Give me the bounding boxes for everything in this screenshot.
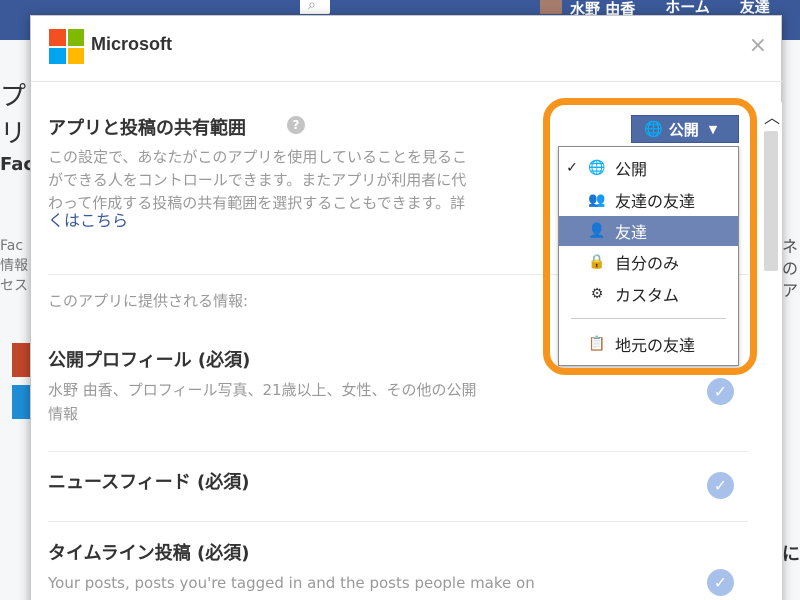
background-text: Fac [0, 154, 35, 175]
background-text: に [782, 544, 800, 565]
menu-divider [571, 318, 726, 319]
search-icon[interactable]: ⌕ [308, 0, 316, 13]
menu-item-friends-of-friends[interactable]: 👥 友達の友達 [559, 185, 738, 215]
info-label: このアプリに提供される情報: [48, 292, 249, 310]
lock-icon: 🔒 [588, 254, 606, 270]
menu-item-label: 友達 [615, 223, 648, 242]
permission-title: タイムライン投稿 (必須) [48, 543, 250, 564]
scroll-up-icon[interactable]: ︿ [764, 104, 780, 128]
privacy-dropdown-menu: ✓ 🌐 公開 👥 友達の友達 👤 友達 🔒 自分のみ ⚙ カスタム 📋 地元の友… [558, 146, 739, 366]
divider [48, 451, 748, 452]
globe-icon: 🌐 [644, 120, 663, 138]
background-text: プリ [0, 82, 27, 149]
check-icon: ✓ [707, 472, 734, 499]
section-description: この設定で、あなたがこのアプリを使用していることを見るこ ができる人をコントロー… [48, 148, 467, 212]
privacy-selector-label: 公開 [668, 120, 699, 139]
divider [48, 521, 748, 522]
permission-description: Your posts, posts you're tagged in and t… [48, 574, 535, 592]
privacy-selector-button[interactable]: 🌐 公開 ▼ [631, 115, 739, 143]
menu-item-public[interactable]: ✓ 🌐 公開 [559, 153, 738, 183]
menu-item-local-friends[interactable]: 📋 地元の友達 [559, 329, 738, 359]
background-left-column: プリ Fac Fac 情報 セス [0, 40, 34, 600]
microsoft-logo-icon [49, 29, 84, 64]
check-icon: ✓ [707, 569, 734, 596]
menu-item-label: 友達の友達 [615, 192, 696, 211]
learn-more-link[interactable]: くはこちら [48, 207, 128, 231]
globe-icon: 🌐 [588, 160, 606, 176]
permission-title: ニュースフィード (必須) [48, 472, 250, 493]
check-icon: ✓ [707, 378, 734, 405]
friends-icon: 👤 [588, 223, 606, 239]
menu-item-label: 公開 [615, 160, 648, 179]
permission-description: 水野 由香、プロフィール写真、21歳以上、女性、その他の公開 情報 [48, 381, 477, 423]
background-thumbnail [12, 343, 30, 377]
background-thumbnail [12, 385, 30, 419]
local-friends-icon: 📋 [588, 336, 606, 352]
menu-item-label: カスタム [615, 286, 680, 305]
menu-item-label: 地元の友達 [615, 336, 696, 355]
check-icon: ✓ [566, 160, 578, 176]
section-title: アプリと投稿の共有範囲 [48, 118, 246, 139]
close-icon[interactable]: × [749, 33, 767, 58]
friends-of-friends-icon: 👥 [588, 192, 606, 208]
background-right-column: ネ の ア に [782, 40, 800, 600]
scrollbar-thumb[interactable] [764, 131, 778, 271]
dialog-header: Microsoft × [31, 16, 783, 82]
background-text: ネ の ア [782, 237, 799, 300]
menu-item-custom[interactable]: ⚙ カスタム [559, 279, 738, 309]
menu-item-only-me[interactable]: 🔒 自分のみ [559, 247, 738, 277]
menu-item-friends[interactable]: 👤 友達 [559, 216, 738, 246]
avatar [540, 0, 562, 14]
help-icon[interactable]: ? [287, 116, 305, 134]
background-text: Fac 情報 セス [0, 238, 28, 294]
menu-item-label: 自分のみ [615, 254, 680, 273]
chevron-down-icon: ▼ [708, 122, 718, 136]
permission-title: 公開プロフィール (必須) [48, 350, 251, 371]
gear-icon: ⚙ [590, 286, 604, 302]
app-name: Microsoft [91, 34, 172, 54]
